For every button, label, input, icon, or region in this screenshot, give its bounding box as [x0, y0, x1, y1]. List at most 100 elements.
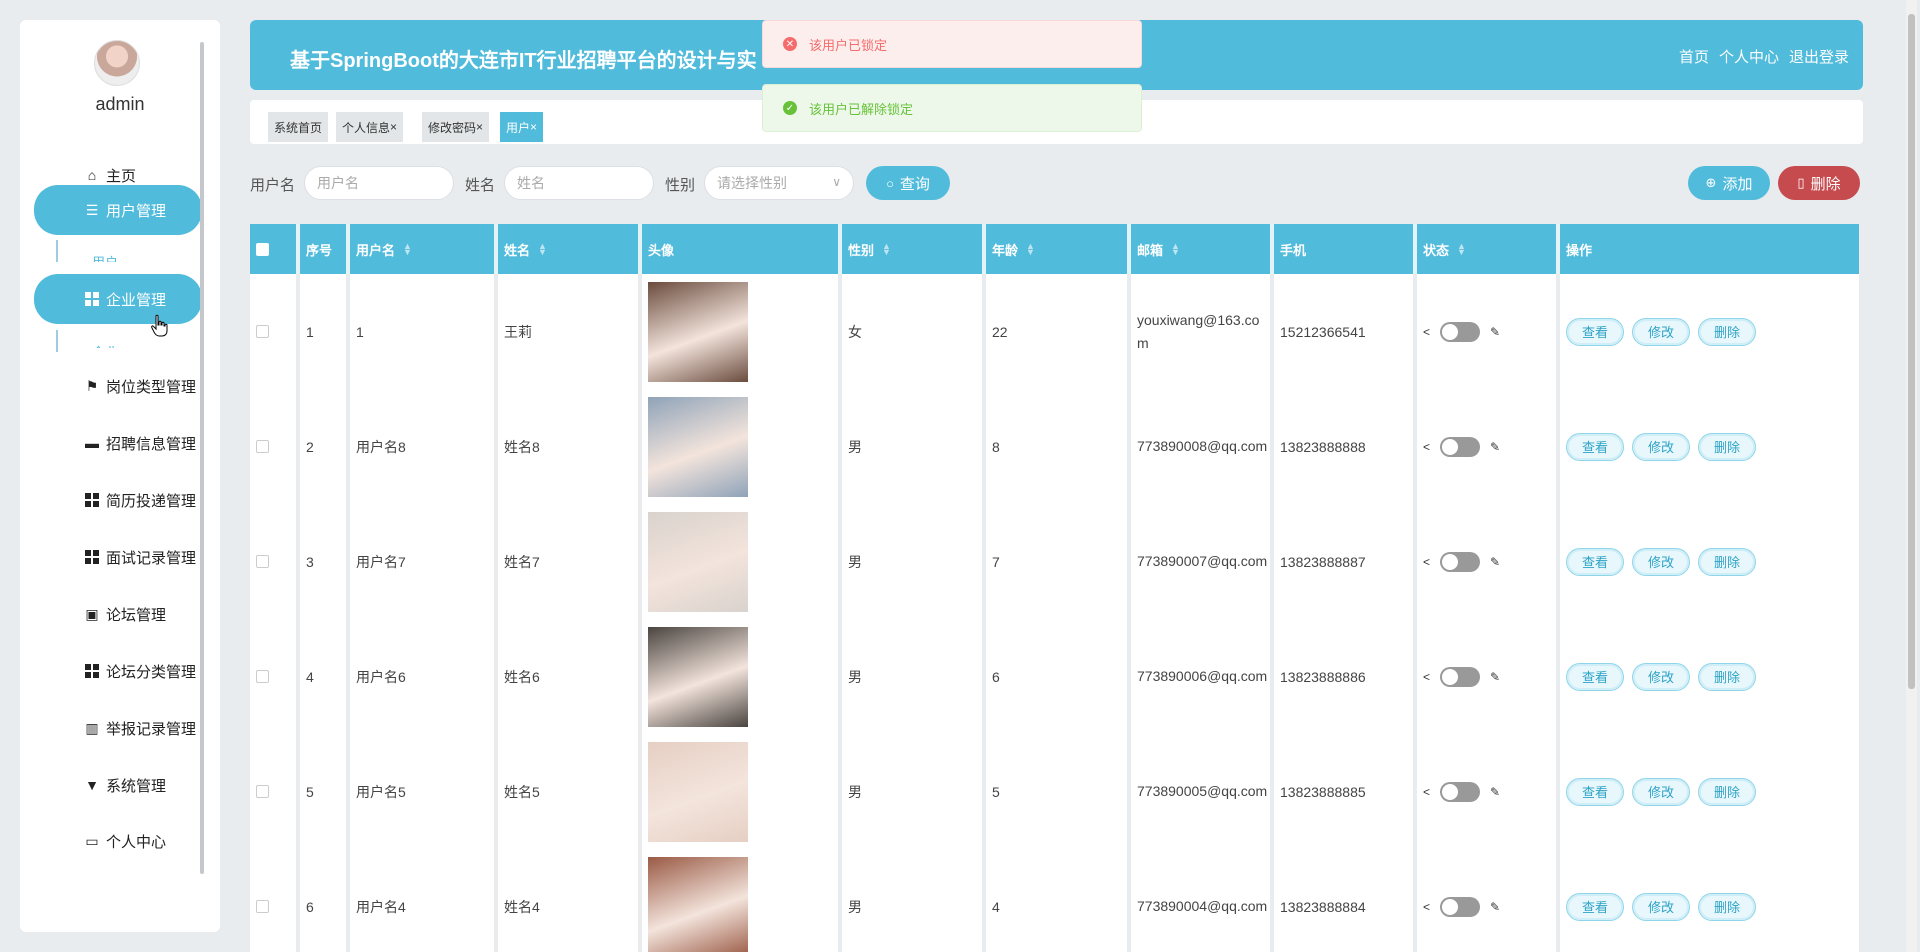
- avatar-cell: [642, 734, 842, 849]
- share-icon[interactable]: <: [1423, 785, 1430, 799]
- col-header-age[interactable]: 年龄 ▲ ▼: [986, 224, 1131, 274]
- tab-change-password[interactable]: 修改密码 ×: [422, 112, 490, 142]
- share-icon[interactable]: <: [1423, 900, 1430, 914]
- view-button[interactable]: 查看: [1566, 317, 1624, 346]
- view-button[interactable]: 查看: [1566, 547, 1624, 576]
- edit-pen-icon[interactable]: ✎: [1490, 900, 1500, 914]
- tab-system-home[interactable]: 系统首页: [268, 112, 329, 142]
- lock-toggle[interactable]: [1440, 551, 1481, 572]
- row-checkbox[interactable]: [256, 670, 269, 683]
- row-delete-button[interactable]: 删除: [1698, 892, 1756, 921]
- sidebar-item-job-type[interactable]: ⚑ 岗位类型管理: [34, 361, 202, 411]
- sidebar-item-forum[interactable]: ▣ 论坛管理: [34, 589, 202, 639]
- close-icon[interactable]: ×: [390, 120, 397, 134]
- row-no: 1: [306, 323, 314, 340]
- sidebar-scrollbar[interactable]: [200, 42, 204, 874]
- scrollbar-thumb[interactable]: [1908, 14, 1915, 689]
- sidebar-item-recruitment[interactable]: ▬ 招聘信息管理: [34, 418, 202, 468]
- row-checkbox[interactable]: [256, 785, 269, 798]
- col-header-email[interactable]: 邮箱 ▲ ▼: [1131, 224, 1274, 274]
- sidebar-item-forum-category[interactable]: 论坛分类管理: [34, 646, 202, 696]
- row-email: 773890008@qq.com: [1137, 438, 1268, 454]
- lock-toggle[interactable]: [1440, 666, 1481, 687]
- gender-select[interactable]: 请选择性别 ∨: [704, 166, 854, 200]
- share-icon[interactable]: <: [1423, 555, 1430, 569]
- row-checkbox[interactable]: [256, 325, 269, 338]
- sidebar-subitem-company[interactable]: 企业: [92, 342, 118, 348]
- page-scrollbar[interactable]: [1906, 0, 1917, 952]
- sidebar-item-user-management[interactable]: ☰ 用户管理: [34, 185, 202, 235]
- row-delete-button[interactable]: 删除: [1698, 777, 1756, 806]
- row-checkbox[interactable]: [256, 555, 269, 568]
- avatar-cell: [642, 504, 842, 619]
- edit-button[interactable]: 修改: [1632, 892, 1690, 921]
- view-button[interactable]: 查看: [1566, 777, 1624, 806]
- status-cell: < ✎: [1417, 389, 1560, 504]
- sort-icon[interactable]: ▲ ▼: [882, 242, 891, 257]
- name-cell: 王莉: [498, 274, 642, 389]
- row-delete-button[interactable]: 删除: [1698, 317, 1756, 346]
- row-delete-button[interactable]: 删除: [1698, 662, 1756, 691]
- col-header-username[interactable]: 用户名 ▲ ▼: [350, 224, 498, 274]
- sort-icon[interactable]: ▲ ▼: [1026, 242, 1035, 257]
- lock-toggle[interactable]: [1440, 896, 1481, 917]
- add-button[interactable]: ⊕ 添加: [1688, 166, 1770, 200]
- sidebar-item-company-management[interactable]: 企业管理: [34, 274, 202, 324]
- row-checkbox[interactable]: [256, 440, 269, 453]
- col-header-gender[interactable]: 性别 ▲ ▼: [842, 224, 986, 274]
- sidebar-item-interview[interactable]: 面试记录管理: [34, 532, 202, 582]
- row-delete-button[interactable]: 删除: [1698, 547, 1756, 576]
- edit-button[interactable]: 修改: [1632, 547, 1690, 576]
- delete-button[interactable]: ▯ 删除: [1778, 166, 1860, 200]
- row-delete-button[interactable]: 删除: [1698, 432, 1756, 461]
- logout-link[interactable]: 退出登录: [1789, 46, 1849, 67]
- name-input[interactable]: 姓名: [504, 166, 654, 200]
- profile-link[interactable]: 个人中心: [1719, 46, 1779, 67]
- sort-icon[interactable]: ▲ ▼: [538, 242, 547, 257]
- sidebar-item-resume[interactable]: 简历投递管理: [34, 475, 202, 525]
- home-link[interactable]: 首页: [1679, 46, 1709, 67]
- select-all-checkbox[interactable]: [256, 242, 269, 256]
- edit-pen-icon[interactable]: ✎: [1490, 785, 1500, 799]
- tab-user[interactable]: 用户 ×: [500, 112, 544, 142]
- status-cell: < ✎: [1417, 849, 1560, 952]
- row-checkbox[interactable]: [256, 900, 269, 913]
- edit-button[interactable]: 修改: [1632, 432, 1690, 461]
- col-header-name[interactable]: 姓名 ▲ ▼: [498, 224, 642, 274]
- view-button[interactable]: 查看: [1566, 432, 1624, 461]
- sidebar-item-report[interactable]: ▥ 举报记录管理: [34, 703, 202, 753]
- row-phone: 13823888888: [1280, 438, 1366, 455]
- edit-pen-icon[interactable]: ✎: [1490, 440, 1500, 454]
- edit-button[interactable]: 修改: [1632, 662, 1690, 691]
- lock-toggle[interactable]: [1440, 321, 1481, 342]
- close-icon[interactable]: ×: [530, 120, 537, 134]
- edit-button[interactable]: 修改: [1632, 777, 1690, 806]
- col-header-status[interactable]: 状态 ▲ ▼: [1417, 224, 1560, 274]
- avatar[interactable]: [94, 40, 140, 86]
- edit-pen-icon[interactable]: ✎: [1490, 670, 1500, 684]
- lock-toggle[interactable]: [1440, 436, 1481, 457]
- close-icon[interactable]: ×: [476, 120, 483, 134]
- share-icon[interactable]: <: [1423, 440, 1430, 454]
- share-icon[interactable]: <: [1423, 325, 1430, 339]
- sidebar-subitem-user[interactable]: 用户: [92, 252, 118, 262]
- ticket-icon: ▬: [85, 435, 99, 451]
- sidebar-item-profile[interactable]: ▭ 个人中心: [34, 816, 202, 866]
- sidebar-item-system[interactable]: ▼ 系统管理: [34, 760, 202, 810]
- edit-pen-icon[interactable]: ✎: [1490, 555, 1500, 569]
- edit-pen-icon[interactable]: ✎: [1490, 325, 1500, 339]
- sort-icon[interactable]: ▲ ▼: [1457, 242, 1466, 257]
- sort-icon[interactable]: ▲ ▼: [1171, 242, 1180, 257]
- card-icon: ▭: [85, 832, 99, 849]
- share-icon[interactable]: <: [1423, 670, 1430, 684]
- view-button[interactable]: 查看: [1566, 662, 1624, 691]
- table-row: 4 用户名6 姓名6 男 6 773890006@qq.com 13823888886 < ✎ 查…: [250, 619, 1859, 734]
- status-cell: < ✎: [1417, 504, 1560, 619]
- lock-toggle[interactable]: [1440, 781, 1481, 802]
- query-button[interactable]: ○ 查询: [866, 166, 950, 200]
- sort-icon[interactable]: ▲ ▼: [403, 242, 412, 257]
- tab-personal-info[interactable]: 个人信息 ×: [336, 112, 404, 142]
- edit-button[interactable]: 修改: [1632, 317, 1690, 346]
- view-button[interactable]: 查看: [1566, 892, 1624, 921]
- username-input[interactable]: 用户名: [304, 166, 454, 200]
